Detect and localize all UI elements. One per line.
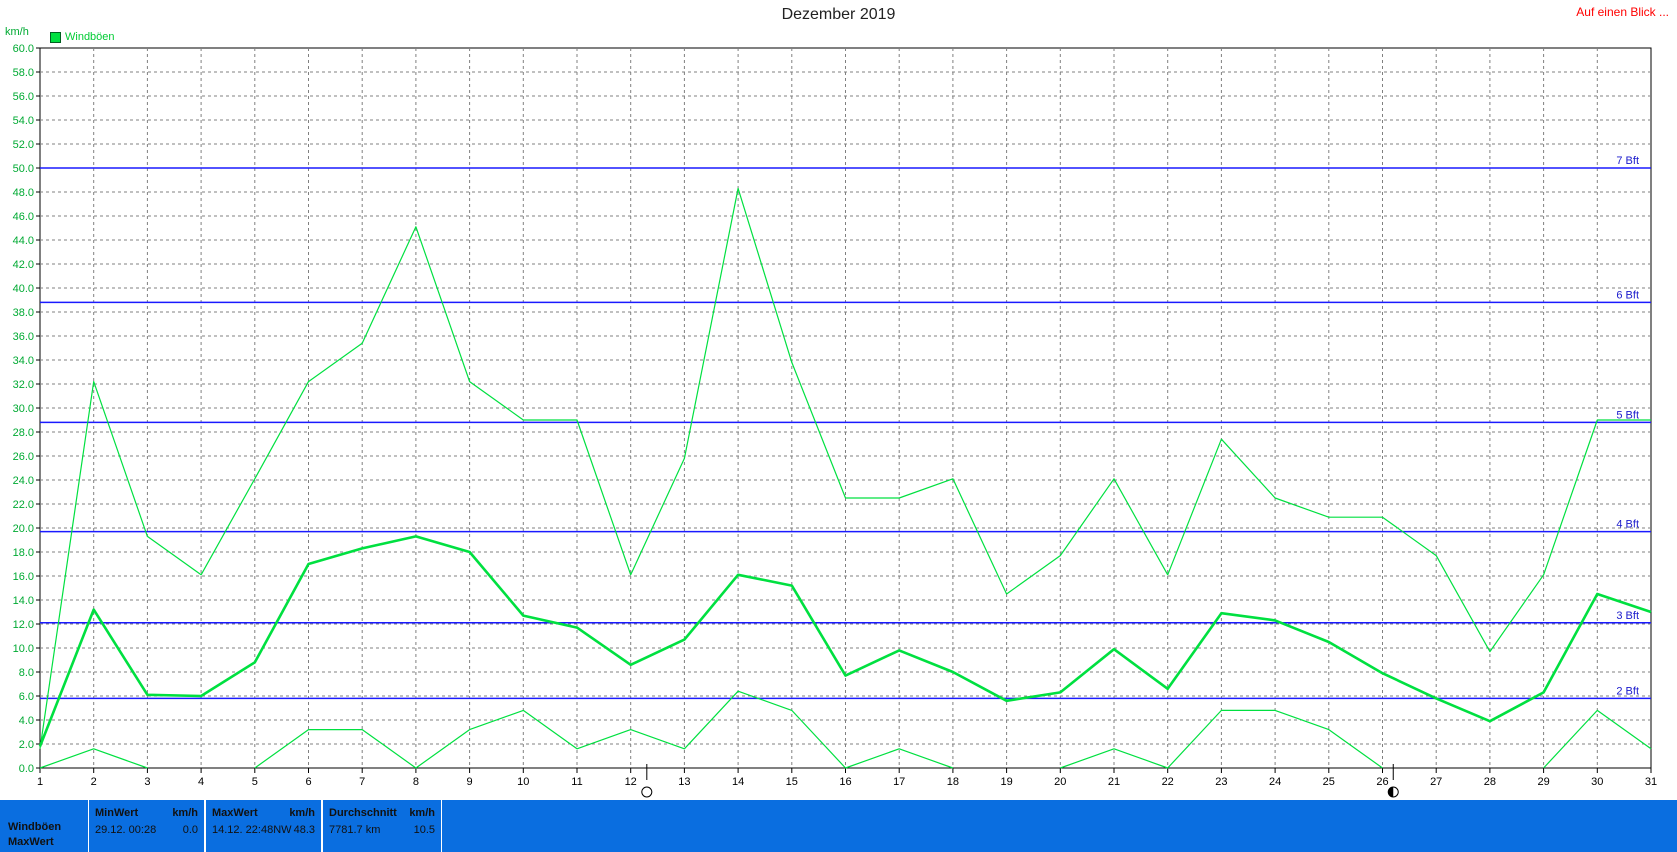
- x-tick-label: 13: [678, 776, 690, 788]
- x-tick-label: 24: [1269, 776, 1281, 788]
- x-tick-label: 27: [1430, 776, 1442, 788]
- x-tick-label: 3: [144, 776, 150, 788]
- x-tick-label: 26: [1376, 776, 1388, 788]
- x-tick-label: 30: [1591, 776, 1603, 788]
- y-tick-label: 52.0: [13, 139, 34, 151]
- min-time: 00:28: [128, 824, 157, 836]
- y-tick-label: 8.0: [19, 667, 34, 679]
- summary-bar: Windböen MaxWert MinWert km/h 29.12. 00:2…: [0, 800, 1677, 852]
- y-tick-label: 20.0: [13, 523, 34, 535]
- max-time: 22:48: [245, 824, 274, 836]
- y-tick-label: 14.0: [13, 595, 34, 607]
- overview-link[interactable]: Auf einen Blick ...: [1576, 5, 1669, 19]
- x-tick-label: 5: [252, 776, 258, 788]
- avg-header: Durchschnitt: [329, 807, 397, 819]
- y-tick-label: 10.0: [13, 643, 34, 655]
- max-date: 14.12.: [212, 824, 243, 836]
- x-tick-label: 10: [517, 776, 529, 788]
- y-tick-label: 2.0: [19, 739, 34, 751]
- x-tick-label: 31: [1645, 776, 1657, 788]
- y-tick-label: 18.0: [13, 547, 34, 559]
- y-tick-label: 44.0: [13, 235, 34, 247]
- y-tick-label: 42.0: [13, 259, 34, 271]
- new-moon-icon: [641, 786, 653, 798]
- legend-swatch: [50, 31, 61, 43]
- x-tick-label: 11: [571, 776, 582, 788]
- x-tick-label: 16: [839, 776, 851, 788]
- max-header: MaxWert: [212, 807, 258, 819]
- bft-label: 6 Bft: [1616, 289, 1639, 301]
- x-tick-label: 2: [91, 776, 97, 788]
- x-tick-label: 19: [1000, 776, 1012, 788]
- y-tick-label: 48.0: [13, 187, 34, 199]
- min-value: 0.0: [182, 824, 198, 836]
- series-line-min: [254, 690, 954, 769]
- x-tick-label: 25: [1323, 776, 1335, 788]
- x-tick-label: 7: [359, 776, 365, 788]
- bft-label: 4 Bft: [1616, 519, 1639, 531]
- y-tick-label: 58.0: [13, 67, 34, 79]
- bft-label: 2 Bft: [1616, 685, 1639, 697]
- avg-distance: 7781.7 km: [329, 824, 381, 836]
- y-tick-label: 0.0: [19, 763, 34, 775]
- y-tick-label: 26.0: [13, 451, 34, 463]
- y-tick-label: 6.0: [19, 691, 34, 703]
- max-value-box: MaxWert km/h 14.12. 22:48NW 48.3: [205, 800, 322, 852]
- x-tick-label: 21: [1108, 776, 1120, 788]
- y-tick-label: 36.0: [13, 331, 34, 343]
- x-tick-label: 15: [786, 776, 798, 788]
- x-tick-label: 28: [1484, 776, 1496, 788]
- y-tick-label: 46.0: [13, 211, 34, 223]
- min-value-box: MinWert km/h 29.12. 00:28 0.0: [88, 800, 205, 852]
- x-tick-label: 9: [467, 776, 473, 788]
- y-tick-label: 34.0: [13, 355, 34, 367]
- y-axis-unit: km/h: [5, 26, 29, 38]
- y-tick-label: 24.0: [13, 475, 34, 487]
- x-tick-label: 4: [198, 776, 204, 788]
- legend: Windböen: [50, 31, 115, 43]
- y-tick-label: 22.0: [13, 499, 34, 511]
- x-tick-label: 12: [625, 776, 637, 788]
- y-tick-label: 54.0: [13, 115, 34, 127]
- row-labels: Windböen MaxWert: [8, 820, 61, 850]
- min-header: MinWert: [95, 807, 139, 819]
- y-tick-label: 60.0: [13, 43, 34, 55]
- max-direction: NW: [273, 824, 292, 836]
- x-tick-label: 18: [947, 776, 959, 788]
- y-tick-label: 16.0: [13, 571, 34, 583]
- y-tick-label: 32.0: [13, 379, 34, 391]
- avg-value: 10.5: [413, 824, 435, 836]
- x-tick-label: 1: [37, 776, 43, 788]
- y-tick-label: 12.0: [13, 619, 34, 631]
- chart-title: Dezember 2019: [781, 6, 896, 23]
- row-label-maxwert: MaxWert: [8, 836, 54, 848]
- wind-gust-chart: 0.0 2.0 4.0 6.0 8.0 10.0 12.0 14.0 16.0 18.0 20.0 2…: [13, 43, 1657, 798]
- y-tick-label: 40.0: [13, 283, 34, 295]
- y-tick-label: 28.0: [13, 427, 34, 439]
- x-tick-label: 20: [1054, 776, 1066, 788]
- max-unit: km/h: [289, 807, 315, 819]
- x-tick-label: 17: [893, 776, 905, 788]
- min-unit: km/h: [172, 807, 198, 819]
- row-label-windboeen: Windböen: [8, 821, 62, 833]
- average-box: Durchschnitt km/h 7781.7 km 10.5: [322, 800, 442, 852]
- max-value: 48.3: [293, 824, 315, 836]
- x-tick-label: 22: [1162, 776, 1174, 788]
- x-tick-label: 8: [413, 776, 419, 788]
- min-date: 29.12.: [95, 824, 126, 836]
- y-tick-label: 4.0: [19, 715, 34, 727]
- y-tick-label: 56.0: [13, 91, 34, 103]
- y-tick-label: 30.0: [13, 403, 34, 415]
- moon-shadow: [1388, 787, 1394, 797]
- x-tick-label: 23: [1215, 776, 1227, 788]
- bft-label: 7 Bft: [1616, 155, 1639, 167]
- x-tick-label: 14: [732, 776, 744, 788]
- avg-unit: km/h: [409, 807, 435, 819]
- x-tick-label: 6: [305, 776, 311, 788]
- y-tick-label: 38.0: [13, 307, 34, 319]
- x-tick-label: 29: [1537, 776, 1549, 788]
- y-tick-label: 50.0: [13, 163, 34, 175]
- legend-label: Windböen: [65, 31, 115, 43]
- bft-label: 3 Bft: [1616, 610, 1639, 622]
